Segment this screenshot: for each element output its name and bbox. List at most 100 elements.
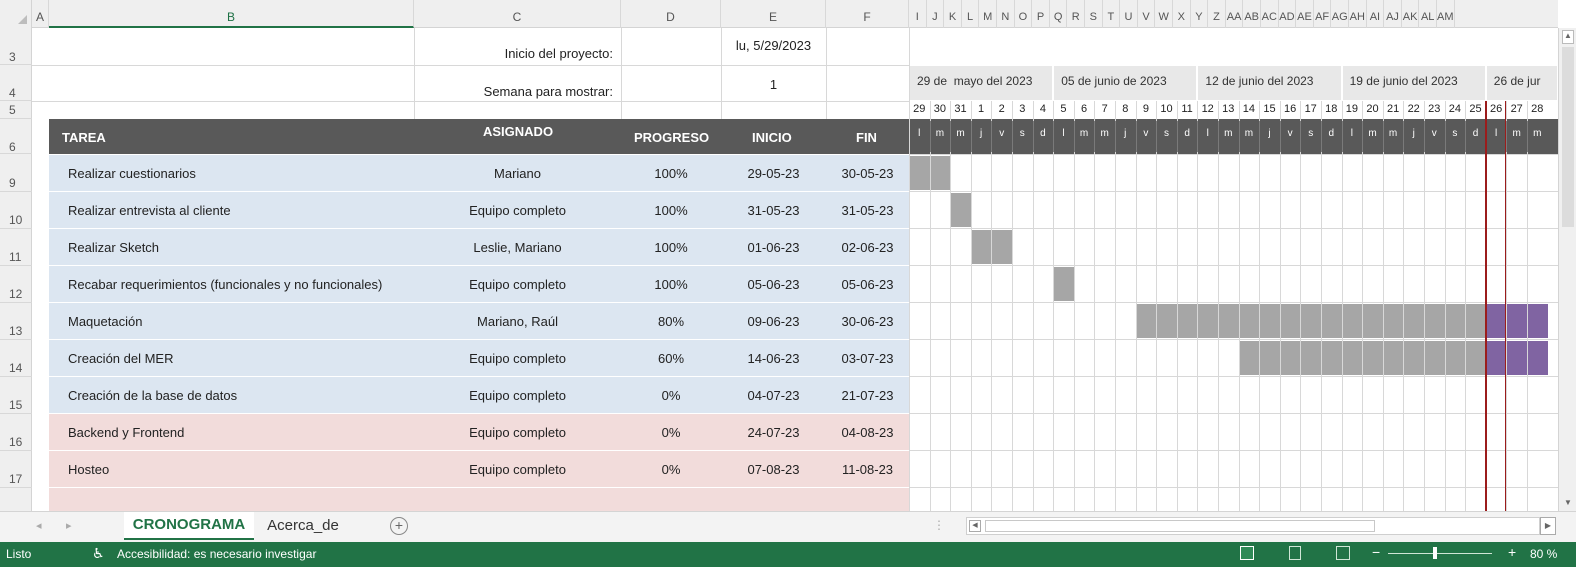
prev-sheet-icon[interactable]: ◂	[36, 519, 42, 532]
table-row[interactable]: Realizar cuestionarios Mariano 100% 29-05-2…	[49, 155, 909, 192]
gantt-bar-cell[interactable]	[1363, 341, 1383, 375]
week-to-show-value[interactable]: 1	[721, 77, 826, 92]
row-header-15[interactable]: 15	[0, 377, 32, 414]
column-header-e[interactable]: E	[721, 0, 826, 28]
column-header-b[interactable]: B	[49, 0, 414, 28]
column-header-l[interactable]: L	[962, 0, 980, 28]
column-header-t[interactable]: T	[1103, 0, 1121, 28]
gantt-bar-cell[interactable]	[1342, 304, 1363, 338]
tab-splitter-icon[interactable]: ⋮	[933, 518, 945, 532]
gantt-bar-cell[interactable]	[1136, 304, 1157, 338]
table-row[interactable]: Hosteo Equipo completo 0% 07-08-23 11-08-23	[49, 451, 909, 488]
gantt-bar-cell[interactable]	[1528, 341, 1548, 375]
column-header-f[interactable]: F	[826, 0, 909, 28]
gantt-bar-cell[interactable]	[1322, 341, 1342, 375]
gantt-bar-cell[interactable]	[1177, 304, 1198, 338]
column-header-ai[interactable]: AI	[1367, 0, 1385, 28]
column-header-ab[interactable]: AB	[1243, 0, 1261, 28]
gantt-bar-cell[interactable]	[992, 230, 1012, 264]
table-row[interactable]: Backend y Frontend Equipo completo 0% 24-07…	[49, 414, 909, 451]
gantt-bar-cell[interactable]	[1486, 341, 1507, 375]
scroll-up-icon[interactable]: ▲	[1562, 30, 1574, 44]
column-header-af[interactable]: AF	[1314, 0, 1332, 28]
sheet-tab-acerca-de[interactable]: Acerca_de	[258, 512, 348, 540]
column-header-aa[interactable]: AA	[1226, 0, 1244, 28]
column-header-ah[interactable]: AH	[1349, 0, 1367, 28]
column-header-u[interactable]: U	[1120, 0, 1138, 28]
row-header-17[interactable]: 17	[0, 451, 32, 488]
gantt-bar-cell[interactable]	[1280, 341, 1301, 375]
zoom-slider[interactable]	[1388, 553, 1492, 554]
gantt-bar-cell[interactable]	[1363, 304, 1383, 338]
gantt-bar-cell[interactable]	[1301, 341, 1321, 375]
scroll-down-icon[interactable]: ▼	[1562, 498, 1574, 510]
column-header-d[interactable]: D	[621, 0, 721, 28]
row-header-16[interactable]: 16	[0, 414, 32, 451]
gantt-bar-cell[interactable]	[1466, 304, 1486, 338]
zoom-level[interactable]: 80 %	[1530, 547, 1557, 561]
gantt-bar-cell[interactable]	[1445, 304, 1466, 338]
gantt-bar-cell[interactable]	[1383, 341, 1404, 375]
table-row[interactable]: Maquetación Mariano, Raúl 80% 09-06-23 30-06…	[49, 303, 909, 340]
gantt-bar-cell[interactable]	[1466, 341, 1486, 375]
column-header-s[interactable]: S	[1085, 0, 1103, 28]
accessibility-icon[interactable]: ♿	[92, 545, 105, 562]
table-row[interactable]: Recabar requerimientos (funcionales y no…	[49, 266, 909, 303]
scroll-right-icon[interactable]: ▶	[1540, 517, 1556, 535]
row-header-4[interactable]: 4	[0, 65, 32, 101]
select-all-corner[interactable]	[0, 0, 32, 28]
row-header-10[interactable]: 10	[0, 192, 32, 229]
page-break-view-icon[interactable]	[1336, 546, 1350, 560]
column-header-k[interactable]: K	[944, 0, 962, 28]
zoom-out-icon[interactable]: −	[1372, 544, 1380, 560]
column-header-c[interactable]: C	[414, 0, 621, 28]
gantt-bar-cell[interactable]	[1486, 304, 1507, 338]
column-header-o[interactable]: O	[1015, 0, 1033, 28]
gantt-bar-cell[interactable]	[1383, 304, 1404, 338]
column-header-j[interactable]: J	[927, 0, 945, 28]
gantt-bar-cell[interactable]	[1054, 267, 1074, 301]
column-header-am[interactable]: AM	[1437, 0, 1455, 28]
gantt-bar-cell[interactable]	[1404, 304, 1424, 338]
row-header-5[interactable]: 5	[0, 101, 32, 119]
gantt-bar-cell[interactable]	[1507, 341, 1527, 375]
gantt-bar-cell[interactable]	[930, 156, 951, 190]
vertical-scrollbar[interactable]: ▲ ▼	[1558, 28, 1576, 511]
zoom-in-icon[interactable]: +	[1508, 544, 1516, 560]
column-header-i[interactable]: I	[909, 0, 927, 28]
row-header-13[interactable]: 13	[0, 303, 32, 340]
column-header-p[interactable]: P	[1032, 0, 1050, 28]
table-row[interactable]: Realizar Sketch Leslie, Mariano 100% 01-06-…	[49, 229, 909, 266]
gantt-bar-cell[interactable]	[1342, 341, 1363, 375]
gantt-bar-cell[interactable]	[1322, 304, 1342, 338]
column-header-z[interactable]: Z	[1208, 0, 1226, 28]
row-header-9[interactable]: 9	[0, 155, 32, 192]
empty-row[interactable]	[49, 488, 909, 512]
gantt-bar-cell[interactable]	[1239, 304, 1260, 338]
gantt-bar-cell[interactable]	[1239, 341, 1260, 375]
table-row[interactable]: Creación de la base de datos Equipo compl…	[49, 377, 909, 414]
gantt-bar-cell[interactable]	[1404, 341, 1424, 375]
column-header-ag[interactable]: AG	[1331, 0, 1349, 28]
accessibility-status[interactable]: Accesibilidad: es necesario investigar	[117, 547, 316, 561]
table-row[interactable]: Realizar entrevista al cliente Equipo com…	[49, 192, 909, 229]
column-header-ad[interactable]: AD	[1279, 0, 1297, 28]
column-header-v[interactable]: V	[1138, 0, 1156, 28]
normal-view-icon[interactable]	[1240, 546, 1254, 560]
gantt-bar-cell[interactable]	[1528, 304, 1548, 338]
gantt-bar-cell[interactable]	[1260, 304, 1280, 338]
row-header-6[interactable]: 6	[0, 119, 32, 154]
gantt-bar-cell[interactable]	[1507, 304, 1527, 338]
horizontal-scrollbar[interactable]: ◀	[966, 517, 1540, 535]
row-header-3[interactable]: 3	[0, 28, 32, 65]
column-header-n[interactable]: N	[997, 0, 1015, 28]
gantt-bar-cell[interactable]	[1157, 304, 1177, 338]
column-header-al[interactable]: AL	[1419, 0, 1437, 28]
gantt-bar-cell[interactable]	[1198, 304, 1218, 338]
row-header-14[interactable]: 14	[0, 340, 32, 377]
column-header-q[interactable]: Q	[1050, 0, 1068, 28]
gantt-bar-cell[interactable]	[1280, 304, 1301, 338]
column-header-ak[interactable]: AK	[1402, 0, 1420, 28]
project-start-value[interactable]: lu, 5/29/2023	[721, 38, 826, 53]
column-header-a[interactable]: A	[32, 0, 49, 28]
